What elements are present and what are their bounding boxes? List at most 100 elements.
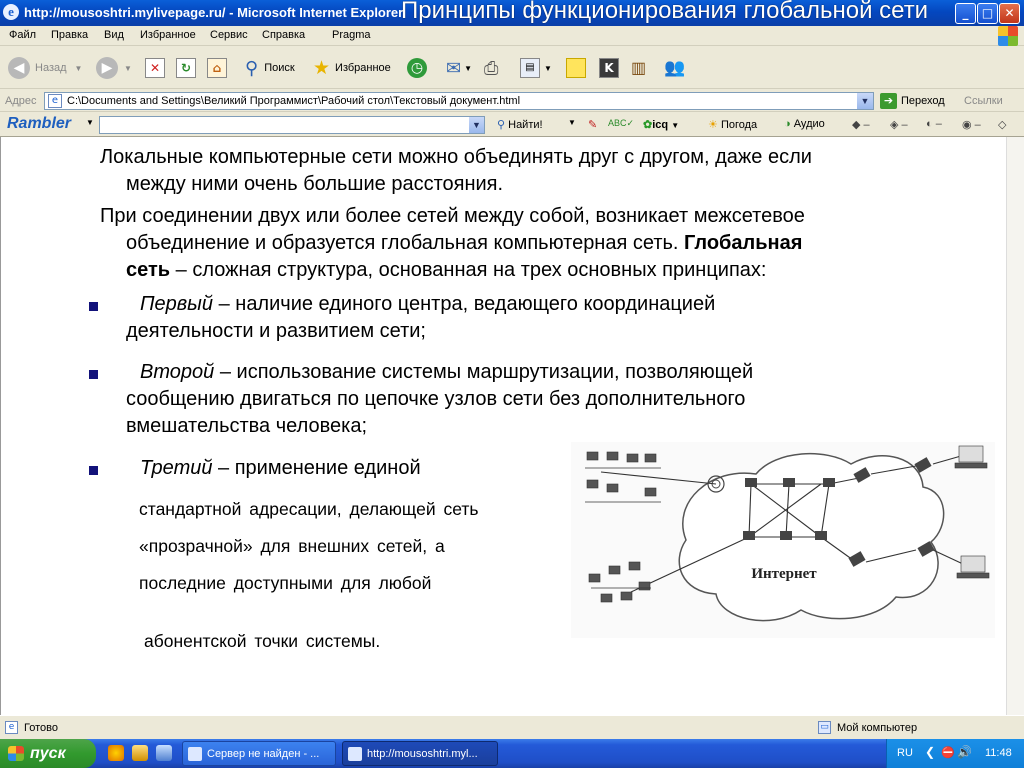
stop-button[interactable]: ✕	[145, 56, 165, 80]
vertical-scrollbar[interactable]	[1006, 137, 1024, 715]
weather-button[interactable]: ☀ Погода	[708, 118, 757, 131]
maximize-button[interactable]: □	[977, 3, 998, 24]
rambler-search-dropdown-icon[interactable]: ▼	[469, 117, 484, 133]
language-indicator[interactable]: RU	[897, 747, 913, 759]
tray-volume-icon[interactable]: 🔊	[957, 745, 972, 759]
tool-icon-2[interactable]: ◈ –	[890, 118, 908, 131]
menu-pragma[interactable]: Pragma	[332, 29, 371, 41]
home-button[interactable]: ⌂	[207, 56, 227, 80]
find-label: Найти!	[508, 119, 543, 131]
b2-line-2: сообщению двигаться по цепочке узлов сет…	[126, 388, 746, 410]
tool-icon-3[interactable]: ◐ –	[926, 118, 942, 130]
menu-edit[interactable]: Правка	[51, 29, 88, 41]
refresh-button[interactable]: ↻	[176, 56, 196, 80]
links-button[interactable]: Ссылки	[964, 95, 1003, 107]
tool-icon-1[interactable]: ◆ –	[852, 118, 870, 131]
start-label: пуск	[30, 745, 66, 762]
b3-italic: Третий	[140, 457, 213, 479]
search-button[interactable]: ⚲ Поиск	[245, 56, 295, 80]
star-icon: ★	[313, 57, 331, 79]
icq-button[interactable]: ✿icq ▼	[643, 118, 679, 131]
menu-view[interactable]: Вид	[104, 29, 124, 41]
menu-tools[interactable]: Сервис	[210, 29, 248, 41]
back-button[interactable]: ◀ Назад ▼	[8, 56, 82, 80]
research-button[interactable]: ▥	[631, 56, 646, 80]
b3-line-4: последние доступными для любой	[139, 573, 432, 593]
pc-left-11	[600, 593, 613, 603]
p2-bold-1: Глобальная	[684, 232, 803, 254]
messenger-icon: 👥	[664, 58, 686, 77]
bullet-1: Первый – наличие единого центра, ведающе…	[126, 291, 715, 345]
address-dropdown-icon[interactable]: ▼	[857, 93, 873, 109]
audio-button[interactable]: ◑ Аудио	[784, 118, 825, 130]
favorites-button[interactable]: ★ Избранное	[313, 56, 391, 80]
start-button[interactable]: пуск	[0, 739, 96, 768]
pc-left-3	[626, 453, 639, 463]
rambler-logo[interactable]: Rambler	[7, 115, 71, 133]
address-input[interactable]: e C:\Documents and Settings\Великий Прог…	[44, 92, 874, 110]
minimize-button[interactable]: _	[955, 3, 976, 24]
menu-file[interactable]: Файл	[9, 29, 36, 41]
link-10	[600, 471, 717, 485]
bullet-3-marker	[89, 466, 98, 475]
p1-line-1: Локальные компьютерные сети можно объеди…	[100, 146, 812, 168]
rambler-find-button[interactable]: ⚲ Найти!	[497, 118, 543, 131]
print-icon: ⎙	[484, 57, 499, 78]
router-6	[815, 531, 827, 540]
ie-task-icon-2	[348, 747, 362, 761]
history-button[interactable]: ◷	[407, 56, 427, 80]
audio-label: Аудио	[793, 118, 825, 130]
menu-favorites[interactable]: Избранное	[140, 29, 196, 41]
back-label: Назад	[35, 62, 67, 74]
pc-right-top-base	[954, 462, 988, 469]
print-button[interactable]: ⎙	[484, 56, 498, 80]
b1-line-1: – наличие единого центра, ведающего коор…	[213, 293, 716, 315]
slide-title: Принципы функционирования глобальной сет…	[401, 0, 929, 24]
network-diagram-svg: Интернет	[585, 445, 990, 622]
mail-button[interactable]: ✉ ▼	[446, 56, 472, 80]
rambler-toolbar: Rambler ▼ ▼ ⚲ Найти! ▼ ✎ ABC✓ ✿icq ▼ ☀ П…	[0, 113, 1024, 137]
b2-line-1: – использование системы маршрутизации, п…	[214, 361, 754, 383]
go-arrow-icon: ➔	[880, 93, 897, 109]
router-1	[745, 478, 757, 487]
spellcheck-icon[interactable]: ABC✓	[608, 118, 634, 129]
window-title: http://mousoshtri.mylivepage.ru/ - Micro…	[24, 5, 404, 20]
edit-button[interactable]: ▤ ▼	[520, 56, 552, 80]
tool-icon-4[interactable]: ◉ –	[962, 118, 981, 131]
audio-icon: ◑	[784, 118, 791, 130]
windows-flag-icon	[8, 746, 24, 761]
b2-line-3: вмешательства человека;	[126, 415, 368, 437]
search-label: Поиск	[264, 62, 295, 74]
router-3	[823, 478, 835, 487]
note-button[interactable]	[566, 56, 586, 80]
pc-left-2	[606, 451, 619, 461]
task-mousoshtri[interactable]: http://mousoshtri.myl...	[342, 741, 498, 766]
highlight-icon[interactable]: ✎	[588, 118, 597, 131]
ie-icon: e	[3, 4, 19, 20]
forward-button[interactable]: ▶ ▼	[96, 56, 132, 80]
router-5	[780, 531, 792, 540]
b3-line-1: – применение единой	[212, 457, 421, 479]
tray-arrow-icon[interactable]: ❮	[925, 745, 935, 759]
close-button[interactable]: ✕	[999, 3, 1020, 24]
bullet-2-marker	[89, 370, 98, 379]
bullet-3: Третий – применение единой	[126, 455, 421, 482]
messenger-button[interactable]: 👥	[664, 56, 685, 80]
find-dropdown-icon[interactable]: ▼	[568, 118, 576, 127]
tray-security-icon[interactable]: ⛔	[941, 746, 955, 759]
k-button[interactable]: K	[599, 56, 619, 80]
go-button[interactable]: ➔ Переход	[880, 93, 945, 109]
tool-icon-5[interactable]: ◇	[998, 118, 1006, 131]
rambler-menu-dropdown-icon[interactable]: ▼	[86, 118, 94, 127]
paragraph-2: При соединении двух или более сетей межд…	[100, 203, 805, 284]
quicklaunch-icon-3[interactable]	[156, 745, 172, 761]
task-server-not-found[interactable]: Сервер не найден - ...	[182, 741, 336, 766]
rambler-search-input[interactable]: ▼	[99, 116, 485, 134]
research-icon: ▥	[631, 60, 647, 77]
b1-line-2: деятельности и развитием сети;	[126, 320, 426, 342]
title-bar: e http://mousoshtri.mylivepage.ru/ - Mic…	[0, 0, 1024, 26]
quicklaunch-icon-2[interactable]	[132, 745, 148, 761]
quicklaunch-icon-1[interactable]	[108, 745, 124, 761]
menu-help[interactable]: Справка	[262, 29, 305, 41]
forward-dropdown-icon: ▼	[124, 63, 132, 73]
